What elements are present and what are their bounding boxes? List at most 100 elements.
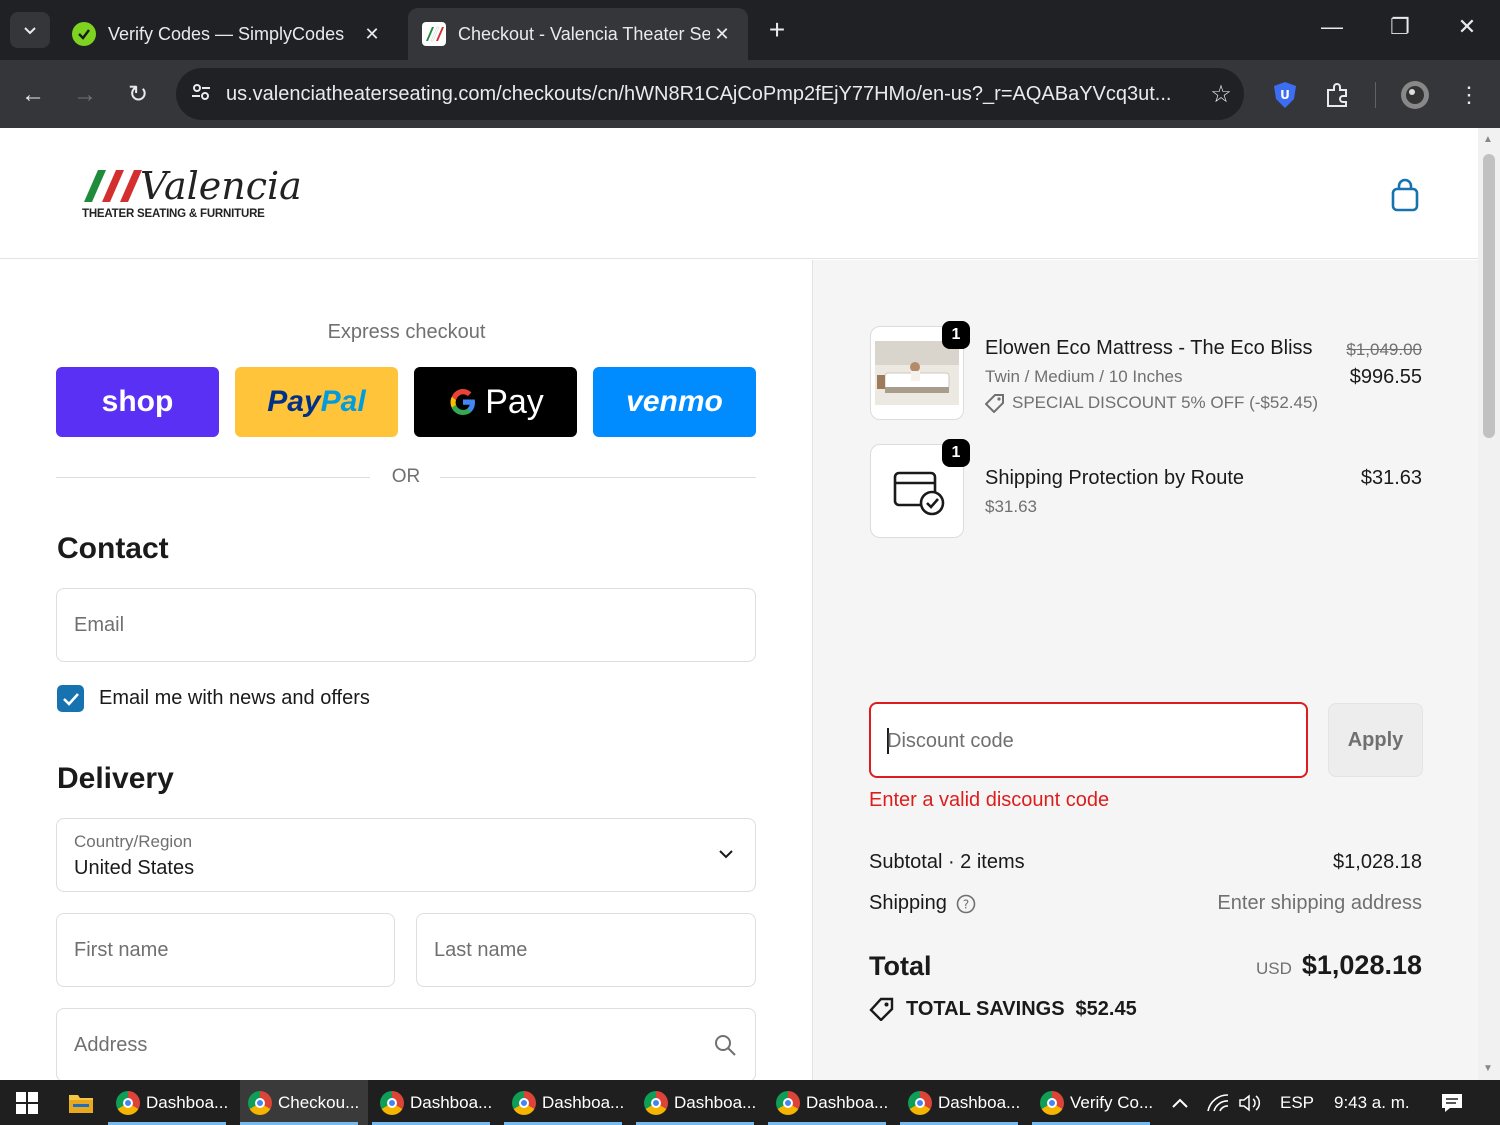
taskbar-label: Dashboa... <box>410 1092 493 1112</box>
window-close-icon[interactable]: ✕ <box>1447 14 1487 40</box>
taskbar-item-dashboard[interactable]: Dashboa... <box>768 1080 896 1125</box>
taskbar-item-checkout[interactable]: Checkou... <box>240 1080 368 1125</box>
new-tab-button[interactable]: + <box>762 14 792 46</box>
google-pay-button[interactable]: Pay <box>414 367 577 437</box>
url-text: us.valenciatheaterseating.com/checkouts/… <box>226 82 1172 105</box>
taskbar-item-dashboard[interactable]: Dashboa... <box>372 1080 500 1125</box>
valencia-logo[interactable]: Valencia THEATER SEATING & FURNITURE <box>82 164 302 224</box>
profile-avatar[interactable] <box>1398 78 1432 112</box>
chrome-icon <box>1040 1090 1064 1115</box>
reload-icon[interactable]: ↻ <box>121 78 155 112</box>
extensions-puzzle-icon[interactable] <box>1320 78 1354 112</box>
speaker-icon[interactable] <box>1238 1080 1264 1125</box>
express-checkout-title: Express checkout <box>327 321 486 343</box>
shield-extension-icon[interactable]: U <box>1268 78 1302 112</box>
email-field[interactable]: Email <box>56 588 756 662</box>
minimize-icon[interactable]: — <box>1312 14 1352 40</box>
taskbar-item-dashboard[interactable]: Dashboa... <box>900 1080 1028 1125</box>
taskbar-label: Dashboa... <box>674 1092 757 1112</box>
total-savings-row: TOTAL SAVINGS $52.45 <box>869 997 1137 1021</box>
tab-title: Verify Codes — SimplyCodes <box>108 23 345 44</box>
taskbar-item-dashboard[interactable]: Dashboa... <box>636 1080 764 1125</box>
scroll-up-arrow-icon[interactable]: ▲ <box>1483 134 1493 145</box>
notifications-icon[interactable] <box>1440 1080 1464 1125</box>
discount-tag-icon <box>985 394 1004 413</box>
apply-button[interactable]: Apply <box>1328 703 1423 777</box>
shop-pay-label: shop <box>101 385 174 418</box>
checkout-header: Valencia THEATER SEATING & FURNITURE <box>0 128 1478 259</box>
first-name-field[interactable]: First name <box>56 913 395 987</box>
discount-placeholder: Discount code <box>887 730 1014 752</box>
news-checkbox-label[interactable]: Email me with news and offers <box>99 687 370 710</box>
logo-tagline: THEATER SEATING & FURNITURE <box>82 208 265 220</box>
discount-tag-icon <box>869 997 894 1021</box>
address-placeholder: Address <box>74 1034 148 1056</box>
item-name: Shipping Protection by Route <box>985 467 1245 489</box>
item-variant: Twin / Medium / 10 Inches <box>985 367 1183 386</box>
news-checkbox[interactable] <box>57 685 84 712</box>
country-value: United States <box>74 857 195 879</box>
chrome-icon <box>644 1090 668 1115</box>
tab-title: Checkout - Valencia Theater Se <box>458 23 710 44</box>
clock[interactable]: 9:43 a. m. <box>1334 1080 1410 1125</box>
scrollbar-thumb[interactable] <box>1483 154 1495 438</box>
close-icon[interactable]: ✕ <box>710 24 734 45</box>
chrome-icon <box>248 1090 272 1115</box>
taskbar-item-dashboard[interactable]: Dashboa... <box>504 1080 632 1125</box>
svg-text:U: U <box>1280 88 1290 102</box>
currency-code: USD <box>1255 959 1292 978</box>
forward-arrow-icon[interactable]: → <box>68 78 102 112</box>
shipping-label: Shipping <box>869 892 947 914</box>
or-label: OR <box>391 466 421 487</box>
taskbar-item-dashboard[interactable]: Dashboa... <box>108 1080 236 1125</box>
last-name-field[interactable]: Last name <box>416 913 756 987</box>
input-language[interactable]: ESP <box>1280 1080 1314 1125</box>
or-divider: OR <box>56 466 756 490</box>
country-select[interactable]: Country/Region United States <box>56 818 756 892</box>
savings-label: TOTAL SAVINGS <box>906 997 1065 1020</box>
discount-code-input[interactable]: Discount code <box>869 702 1308 778</box>
paypal-button[interactable]: Pay Pal <box>235 367 398 437</box>
subtotal-value: $1,028.18 <box>1333 851 1422 873</box>
valencia-favicon <box>422 22 446 46</box>
address-bar[interactable]: us.valenciatheaterseating.com/checkouts/… <box>176 68 1244 120</box>
chevron-down-icon <box>24 27 36 35</box>
taskbar-item-verify-codes[interactable]: Verify Co... <box>1032 1080 1160 1125</box>
contact-heading: Contact <box>57 532 169 565</box>
venmo-button[interactable]: venmo <box>593 367 756 437</box>
tab-checkout[interactable]: Checkout - Valencia Theater Se ✕ <box>408 8 748 60</box>
divider-line <box>440 477 756 478</box>
chevron-up-icon[interactable] <box>1168 1080 1192 1125</box>
address-field[interactable]: Address <box>56 1008 756 1080</box>
site-settings-icon[interactable] <box>176 83 226 106</box>
bookmark-star-icon[interactable]: ☆ <box>1198 80 1244 109</box>
logo-stripes-icon <box>84 170 142 202</box>
back-arrow-icon[interactable]: ← <box>16 78 50 112</box>
shop-pay-button[interactable]: shop <box>56 367 219 437</box>
first-name-placeholder: First name <box>74 939 169 961</box>
taskbar-label: Verify Co... <box>1070 1092 1154 1112</box>
tab-verify-codes[interactable]: Verify Codes — SimplyCodes ✕ <box>58 8 398 60</box>
start-button[interactable] <box>0 1080 54 1125</box>
quantity-badge: 1 <box>942 321 970 349</box>
page-scrollbar[interactable]: ▲ ▼ <box>1478 128 1500 1080</box>
discount-text: SPECIAL DISCOUNT 5% OFF (-$52.45) <box>1012 393 1319 412</box>
chrome-icon <box>116 1090 140 1115</box>
original-price: $1,049.00 <box>1346 340 1422 359</box>
scroll-down-arrow-icon[interactable]: ▼ <box>1483 1063 1493 1074</box>
restore-icon[interactable]: ❐ <box>1380 14 1420 40</box>
windows-logo-icon <box>16 1091 38 1114</box>
checkmark-icon <box>62 692 79 706</box>
shipping-value: Enter shipping address <box>1217 892 1422 914</box>
close-icon[interactable]: ✕ <box>360 24 384 45</box>
shopping-bag-icon[interactable] <box>1390 178 1420 212</box>
tab-search-button[interactable] <box>10 12 50 48</box>
logo-wordmark: Valencia <box>140 164 302 208</box>
menu-kebab-icon[interactable]: ⋮ <box>1452 78 1486 112</box>
chrome-icon <box>776 1090 800 1115</box>
file-explorer-button[interactable] <box>56 1080 106 1125</box>
wifi-icon[interactable] <box>1206 1080 1230 1125</box>
taskbar-label: Dashboa... <box>806 1092 889 1112</box>
help-circle-icon[interactable]: ? <box>956 894 976 914</box>
chevron-down-icon <box>719 850 733 859</box>
